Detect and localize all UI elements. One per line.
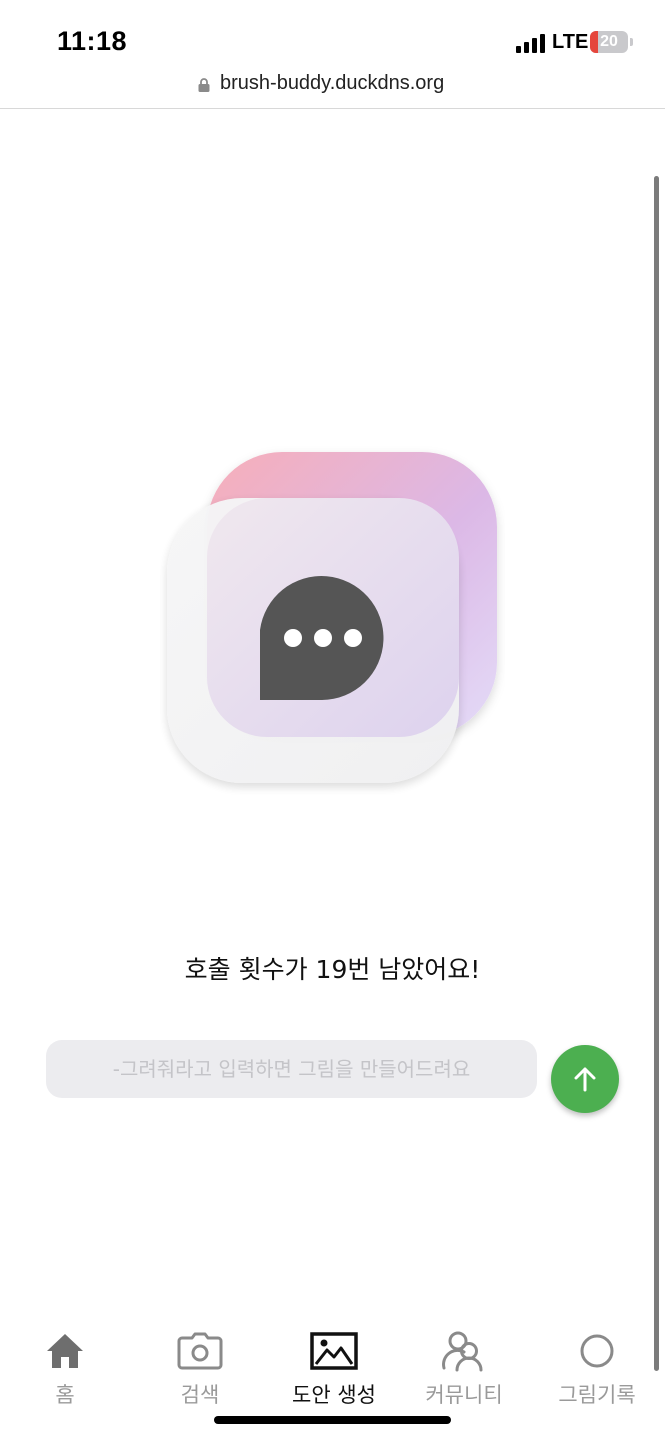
nav-design-generate[interactable]: 도안 생성 xyxy=(279,1325,389,1409)
status-bar: 11:18 LTE 20 xyxy=(0,0,665,70)
network-type: LTE xyxy=(552,31,589,53)
community-icon xyxy=(442,1331,483,1372)
battery-icon: 20 xyxy=(590,31,628,53)
nav-community[interactable]: 커뮤니티 xyxy=(409,1325,519,1409)
send-button[interactable] xyxy=(551,1045,619,1113)
nav-search[interactable]: 검색 xyxy=(145,1325,255,1409)
lock-icon xyxy=(198,78,210,92)
status-time: 11:18 xyxy=(57,26,128,56)
image-icon xyxy=(310,1332,358,1370)
scrollbar[interactable] xyxy=(654,176,659,1371)
address-bar[interactable]: brush-buddy.duckdns.org xyxy=(0,70,665,109)
nav-home[interactable]: 홈 xyxy=(10,1325,120,1409)
home-indicator xyxy=(214,1416,451,1424)
nav-community-label: 커뮤니티 xyxy=(425,1383,503,1407)
battery-level: 20 xyxy=(600,33,618,50)
remaining-calls-message: 호출 횟수가 19번 남았어요! xyxy=(184,955,481,984)
chat-bubble-illustration xyxy=(167,452,497,783)
nav-search-label: 검색 xyxy=(180,1383,220,1407)
prompt-input[interactable] xyxy=(46,1040,537,1098)
battery-nub xyxy=(630,38,633,46)
arrow-up-icon xyxy=(574,1067,596,1092)
nav-home-label: 홈 xyxy=(55,1383,75,1407)
camera-icon xyxy=(177,1332,223,1370)
signal-strength-icon xyxy=(516,33,546,53)
nav-drawing-history-label: 그림기록 xyxy=(558,1383,636,1407)
url-text: brush-buddy.duckdns.org xyxy=(220,72,445,94)
nav-design-generate-label: 도안 생성 xyxy=(292,1383,376,1407)
circle-icon xyxy=(580,1334,614,1368)
home-icon xyxy=(47,1334,83,1368)
nav-drawing-history[interactable]: 그림기록 xyxy=(542,1325,652,1409)
